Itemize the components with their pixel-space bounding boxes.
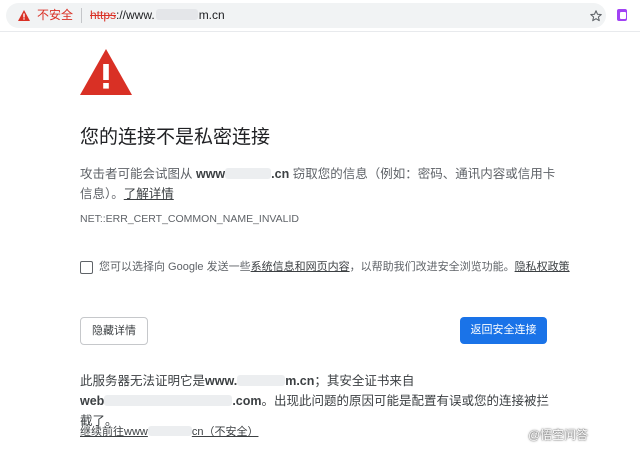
safe-browsing-optin: 您可以选择向 Google 发送一些系统信息和网页内容，以帮助我们改进安全浏览功… [99, 260, 570, 274]
url-suffix: m.cn [198, 8, 225, 22]
learn-more-link[interactable]: 了解详情 [124, 187, 174, 201]
detail-text: 此服务器无法证明它是 [80, 374, 206, 388]
redacted-text [237, 375, 286, 386]
url-scheme: https [90, 8, 117, 22]
speech-bubble-icon [510, 428, 525, 441]
toolbar-divider [0, 31, 640, 32]
detail-domain: www. m.cn [205, 374, 314, 388]
omnibox-divider [81, 8, 82, 23]
detail-text-mid: ；其安全证书来自 [314, 374, 415, 388]
optin-text: 您可以选择向 Google 发送一些 [99, 261, 251, 273]
warning-description: 攻击者可能会试图从 www .cn 窃取您的信息（例如：密码、通讯内容或信用卡信息… [80, 164, 560, 204]
url-text[interactable]: https://www. m.cn [90, 8, 225, 23]
warning-triangle-icon[interactable] [18, 10, 30, 21]
extension-icon[interactable] [617, 9, 627, 21]
watermark: @悟空问答 [510, 428, 588, 442]
watermark-text: @悟空问答 [528, 428, 589, 442]
redacted-text [225, 168, 272, 179]
optin-text-after: ，以帮助我们改进安全浏览功能。 [349, 261, 515, 273]
error-code: NET::ERR_CERT_COMMON_NAME_INVALID [80, 213, 299, 225]
redacted-text [155, 9, 198, 20]
desc-text: 攻击者可能会试图从 [80, 167, 196, 181]
detail-issuer-prefix: web [80, 394, 105, 408]
detail-domain-prefix: www. [205, 374, 238, 388]
desc-domain: www .cn [196, 167, 289, 181]
desc-domain-prefix: www [195, 167, 226, 181]
redacted-text [147, 426, 192, 436]
address-bar[interactable]: 不安全 https://www. m.cn [6, 3, 606, 28]
proceed-suffix: cn（不安全） [191, 426, 259, 438]
page-title: 您的连接不是私密连接 [80, 127, 271, 148]
hide-details-button[interactable]: 隐藏详情 [80, 317, 148, 345]
safe-browsing-checkbox[interactable] [80, 261, 93, 274]
browser-toolbar: 不安全 https://www. m.cn [0, 0, 640, 32]
proceed-unsafe-link[interactable]: 继续前往www cn（不安全） [80, 425, 258, 439]
detail-domain-suffix: m.cn [285, 374, 315, 388]
star-icon[interactable] [589, 9, 603, 23]
detail-issuer: web .com [80, 394, 262, 408]
privacy-policy-link[interactable]: 隐私权政策 [515, 261, 570, 273]
security-status-label[interactable]: 不安全 [37, 8, 73, 23]
detail-issuer-suffix: .com [232, 394, 262, 408]
system-info-link[interactable]: 系统信息和网页内容 [251, 261, 350, 273]
proceed-prefix: 继续前往www [80, 426, 148, 438]
url-prefix: ://www. [116, 8, 155, 22]
back-to-safety-button[interactable]: 返回安全连接 [460, 317, 547, 344]
details-text: 此服务器无法证明它是www. m.cn；其安全证书来自 web .com。出现此问题的… [80, 371, 560, 431]
danger-triangle-icon [80, 49, 132, 95]
redacted-text [104, 395, 233, 406]
desc-domain-suffix: .cn [271, 167, 290, 181]
